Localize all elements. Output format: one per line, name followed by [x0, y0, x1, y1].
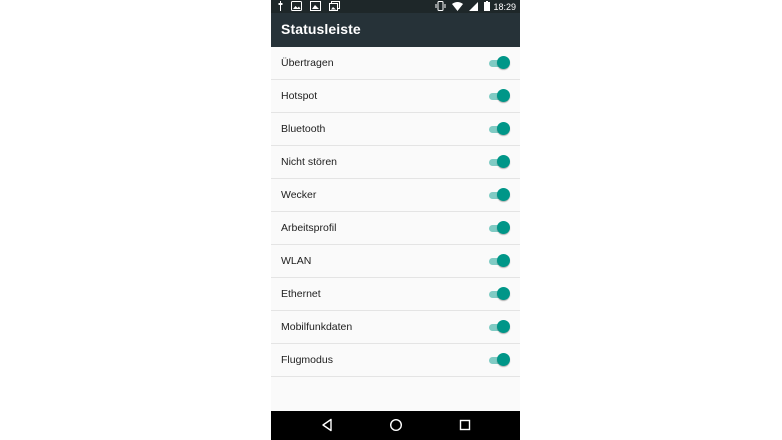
toggle-label: Bluetooth [281, 123, 326, 135]
toggle-label: Ethernet [281, 288, 321, 300]
app-bar: Statusleiste [271, 13, 520, 47]
toggle-row-arbeitsprofil[interactable]: Arbeitsprofil [271, 212, 520, 245]
vibrate-icon [435, 1, 446, 13]
toggle-label: Nicht stören [281, 156, 338, 168]
toggle-switch[interactable] [489, 353, 510, 367]
toggle-label: Wecker [281, 189, 317, 201]
toggle-row-ethernet[interactable]: Ethernet [271, 278, 520, 311]
navigation-bar [271, 411, 520, 440]
toggle-switch[interactable] [489, 287, 510, 301]
signal-icon [469, 1, 479, 13]
toggle-row-wlan[interactable]: WLAN [271, 245, 520, 278]
toggle-row-hotspot[interactable]: Hotspot [271, 80, 520, 113]
toggle-label: WLAN [281, 255, 312, 267]
toggle-row-flugmodus[interactable]: Flugmodus [271, 344, 520, 377]
toggle-label: Übertragen [281, 57, 334, 69]
toggle-row-uebertragen[interactable]: Übertragen [271, 47, 520, 80]
toggle-label: Arbeitsprofil [281, 222, 337, 234]
gallery-notification-icon [329, 1, 340, 13]
toggle-row-nicht-stoeren[interactable]: Nicht stören [271, 146, 520, 179]
status-bar: 18:29 [271, 0, 520, 13]
toggle-switch[interactable] [489, 221, 510, 235]
photo-notification-icon [291, 1, 302, 13]
recents-icon[interactable] [458, 418, 472, 432]
toggle-switch[interactable] [489, 56, 510, 70]
toggle-switch[interactable] [489, 89, 510, 103]
toggle-switch[interactable] [489, 254, 510, 268]
toggle-label: Flugmodus [281, 354, 333, 366]
page-title: Statusleiste [281, 21, 361, 37]
phone-screen: 18:29 Statusleiste Übertragen Hotspot Bl… [271, 0, 520, 440]
toggle-label: Mobilfunkdaten [281, 321, 353, 333]
toggle-row-mobilfunkdaten[interactable]: Mobilfunkdaten [271, 311, 520, 344]
toggle-switch[interactable] [489, 155, 510, 169]
toggle-label: Hotspot [281, 90, 318, 102]
wifi-icon [452, 1, 464, 13]
back-icon[interactable] [320, 418, 334, 432]
toggle-switch[interactable] [489, 188, 510, 202]
home-icon[interactable] [389, 418, 403, 432]
toggle-row-wecker[interactable]: Wecker [271, 179, 520, 212]
toggle-switch[interactable] [489, 320, 510, 334]
toggle-row-bluetooth[interactable]: Bluetooth [271, 113, 520, 146]
image-notification-icon [310, 1, 321, 13]
status-time: 18:29 [493, 1, 516, 12]
toggle-list: Übertragen Hotspot Bluetooth Nicht störe… [271, 47, 520, 377]
toggle-switch[interactable] [489, 122, 510, 136]
battery-icon [484, 1, 491, 13]
usb-icon [278, 1, 283, 13]
